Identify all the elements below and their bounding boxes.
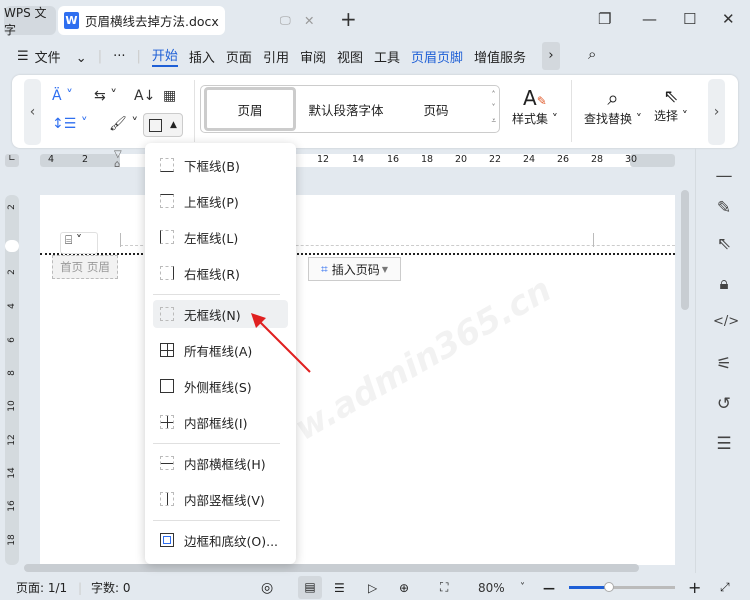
fullscreen-icon[interactable]: ⤢ [720,580,730,595]
eye-icon[interactable]: ◎ [261,580,273,596]
fit-page-icon[interactable]: ⛶ [440,580,448,595]
zoom-slider[interactable] [569,582,675,592]
page-count: 页面: 1/1 [16,581,68,595]
zoom-out-button[interactable]: — [543,581,555,595]
red-arrow-annotation [251,313,311,373]
zoom-in-button[interactable]: + [688,578,701,597]
zoom-dropdown-icon[interactable]: ˅ [520,582,525,593]
word-count: 字数: 0 [91,581,131,595]
zoom-level[interactable]: 80% [478,581,505,595]
web-view-icon[interactable]: ⊕ [399,581,409,595]
status-bar: 页面: 1/1 | 字数: 0 ◎ ▤ ☰ ▷ ⊕ ⛶ 80% ˅ — + ⤢ [16,576,730,599]
outline-view-icon[interactable]: ☰ [334,581,345,595]
page-view-icon[interactable]: ▤ [298,576,322,599]
zoom-slider-handle[interactable] [604,582,615,592]
play-icon[interactable]: ▷ [368,581,377,595]
